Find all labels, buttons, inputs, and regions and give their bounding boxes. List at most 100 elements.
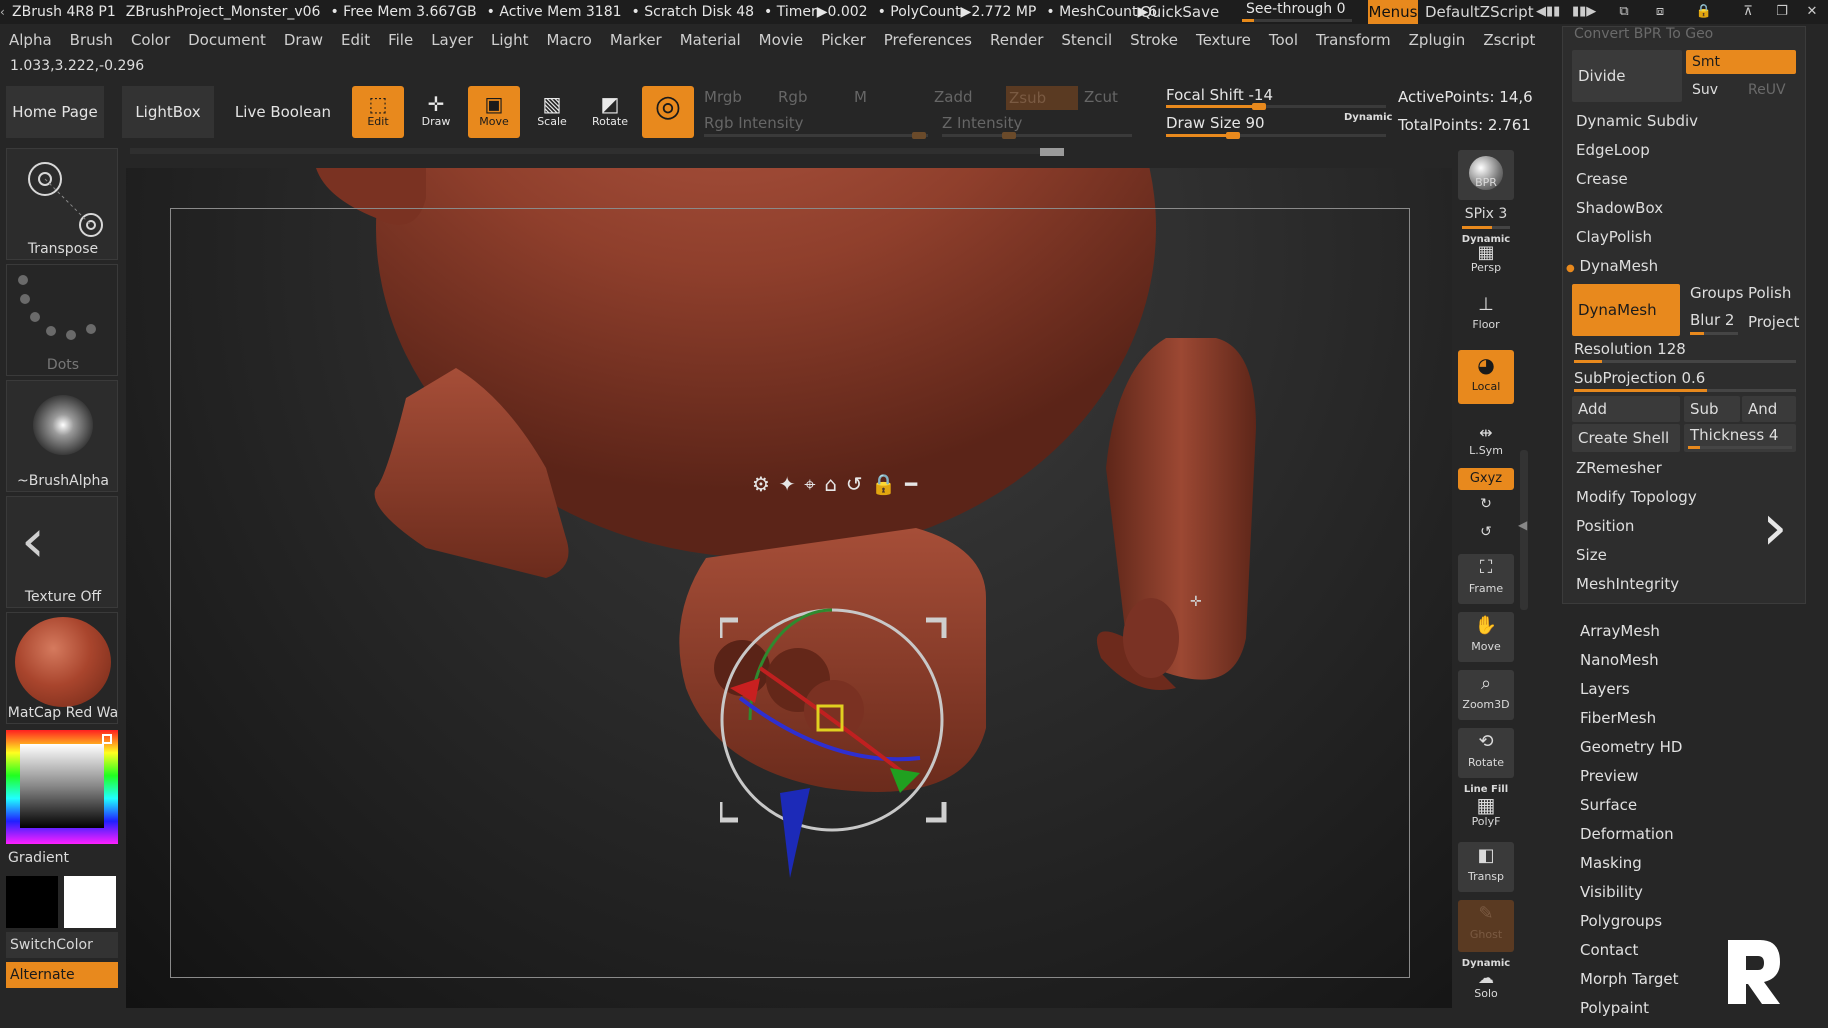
xyz-symmetry-button[interactable]: Gxyz	[1458, 468, 1514, 490]
m-button[interactable]: M	[854, 88, 867, 106]
dynamesh-header[interactable]: ● DynaMesh	[1566, 257, 1658, 275]
menu-tool[interactable]: Tool	[1260, 28, 1307, 52]
restore-icon[interactable]: ❐	[1770, 2, 1794, 22]
draw-mode-button[interactable]: ✛ Draw	[410, 86, 462, 138]
add-button[interactable]: Add	[1572, 396, 1680, 422]
and-button[interactable]: And	[1742, 396, 1796, 422]
create-shell-button[interactable]: Create Shell	[1572, 424, 1680, 452]
home-page-button[interactable]: Home Page	[6, 86, 104, 138]
menu-texture[interactable]: Texture	[1187, 28, 1260, 52]
solo-button[interactable]: Dynamic ☁ Solo	[1458, 958, 1514, 1008]
menus-toggle-button[interactable]: Menus	[1368, 0, 1418, 24]
zadd-button[interactable]: Zadd	[934, 88, 973, 106]
menu-render[interactable]: Render	[981, 28, 1052, 52]
size-header[interactable]: Size	[1576, 546, 1607, 564]
scale-mode-button[interactable]: ▧ Scale	[526, 86, 578, 138]
menu-layer[interactable]: Layer	[422, 28, 482, 52]
subpalette-deformation[interactable]: Deformation	[1580, 825, 1674, 843]
draw-size-slider[interactable]	[1166, 132, 1386, 139]
alternate-button[interactable]: Alternate	[6, 962, 118, 988]
menu-color[interactable]: Color	[122, 28, 179, 52]
subpalette-preview[interactable]: Preview	[1580, 767, 1638, 785]
spix-slider[interactable]: SPix 3	[1458, 206, 1514, 222]
meshintegrity-header[interactable]: MeshIntegrity	[1576, 575, 1679, 593]
script-bar-icon[interactable]: ▮▮▶	[1572, 2, 1596, 22]
modify-topology-header[interactable]: Modify Topology	[1576, 488, 1697, 506]
menu-light[interactable]: Light	[482, 28, 537, 52]
subpalette-polypaint[interactable]: Polypaint	[1580, 999, 1649, 1017]
lsym-button[interactable]: ⇹ L.Sym	[1458, 422, 1514, 462]
floor-button[interactable]: ⊥ Floor	[1458, 292, 1514, 340]
menu-draw[interactable]: Draw	[275, 28, 332, 52]
subprojection-slider[interactable]	[1574, 389, 1796, 392]
collapse-arrow-icon[interactable]: ‹	[0, 5, 12, 19]
edgeloop-header[interactable]: EdgeLoop	[1576, 141, 1650, 159]
secondary-color-swatch[interactable]	[64, 876, 116, 928]
polyframe-button[interactable]: Line Fill ▦ PolyF	[1458, 784, 1514, 834]
subpalette-visibility[interactable]: Visibility	[1580, 883, 1643, 901]
sub-button[interactable]: Sub	[1684, 396, 1740, 422]
collapse-tray-icon[interactable]: ◀	[1518, 518, 1527, 532]
stroke-dots-tile[interactable]: Dots	[6, 264, 118, 376]
frame-button[interactable]: ⛶ Frame	[1458, 554, 1514, 604]
bpr-render-button[interactable]: BPR	[1458, 150, 1514, 200]
rotate-z-icon[interactable]: ↺	[1458, 524, 1514, 544]
switch-color-button[interactable]: SwitchColor	[6, 932, 118, 958]
dynamesh-button[interactable]: DynaMesh	[1572, 284, 1680, 336]
rgb-button[interactable]: Rgb	[778, 88, 807, 106]
color-picker[interactable]	[6, 730, 118, 844]
polish-toggle[interactable]: Polish	[1748, 284, 1791, 302]
zoom3d-button[interactable]: ⌕ Zoom3D	[1458, 670, 1514, 720]
ui-layout-icon[interactable]: ⧈	[1648, 2, 1672, 22]
move-mode-button[interactable]: ▣ Move	[468, 86, 520, 138]
menu-file[interactable]: File	[379, 28, 422, 52]
see-through-slider[interactable]: See-through 0	[1238, 0, 1356, 24]
move-view-button[interactable]: ✋ Move	[1458, 612, 1514, 662]
menu-picker[interactable]: Picker	[812, 28, 875, 52]
blur-slider[interactable]: Blur 2	[1686, 308, 1740, 332]
z-intensity-slider[interactable]	[942, 132, 1132, 139]
shadowbox-header[interactable]: ShadowBox	[1576, 199, 1663, 217]
texture-tile[interactable]: ‹ Texture Off	[6, 496, 118, 608]
shelf-scroll-handle[interactable]	[1040, 148, 1064, 156]
claypolish-header[interactable]: ClayPolish	[1576, 228, 1652, 246]
subpalette-contact[interactable]: Contact	[1580, 941, 1638, 959]
live-boolean-button[interactable]: Live Boolean	[232, 86, 334, 138]
groups-toggle[interactable]: Groups	[1690, 284, 1743, 302]
ghost-button[interactable]: ✎ Ghost	[1458, 900, 1514, 952]
menu-macro[interactable]: Macro	[537, 28, 600, 52]
zsub-button[interactable]: Zsub	[1006, 86, 1078, 110]
minimize-icon[interactable]: ⊼	[1736, 2, 1760, 22]
menu-edit[interactable]: Edit	[332, 28, 379, 52]
gradient-toggle[interactable]: Gradient	[8, 850, 69, 866]
subpalette-morph-target[interactable]: Morph Target	[1580, 970, 1679, 988]
menu-alpha[interactable]: Alpha	[0, 28, 61, 52]
reuv-toggle[interactable]: ReUV	[1742, 78, 1796, 102]
dynamic-size-toggle[interactable]: Dynamic	[1344, 112, 1392, 123]
crease-header[interactable]: Crease	[1576, 170, 1628, 188]
lock-icon[interactable]: 🔒	[1692, 2, 1716, 22]
suv-toggle[interactable]: Suv	[1686, 78, 1738, 102]
project-toggle[interactable]: Project	[1748, 313, 1799, 331]
transp-button[interactable]: ◧ Transp	[1458, 842, 1514, 892]
subpalette-masking[interactable]: Masking	[1580, 854, 1642, 872]
layout-icon[interactable]: ⧉	[1612, 2, 1636, 22]
subpalette-arraymesh[interactable]: ArrayMesh	[1580, 622, 1660, 640]
material-tile[interactable]: MatCap Red Wa	[6, 612, 118, 724]
default-zscript-button[interactable]: DefaultZScript	[1425, 0, 1534, 24]
rotate-y-icon[interactable]: ↻	[1458, 496, 1514, 516]
chevron-right-icon[interactable]: ›	[1762, 496, 1788, 560]
subpalette-surface[interactable]: Surface	[1580, 796, 1637, 814]
position-header[interactable]: Position	[1576, 517, 1634, 535]
close-icon[interactable]: ✕	[1800, 2, 1824, 22]
brush-alpha-tile[interactable]: ~BrushAlpha	[6, 380, 118, 492]
main-color-swatch[interactable]	[6, 876, 58, 928]
convert-bpr-button[interactable]: Convert BPR To Geo	[1574, 26, 1713, 42]
zremesher-header[interactable]: ZRemesher	[1576, 459, 1662, 477]
rgb-intensity-slider[interactable]	[704, 132, 928, 139]
edit-mode-button[interactable]: ⬚ Edit	[352, 86, 404, 138]
transpose-tile[interactable]: Transpose	[6, 148, 118, 260]
subpalette-fibermesh[interactable]: FiberMesh	[1580, 709, 1656, 727]
subpalette-layers[interactable]: Layers	[1580, 680, 1630, 698]
menu-preferences[interactable]: Preferences	[875, 28, 981, 52]
